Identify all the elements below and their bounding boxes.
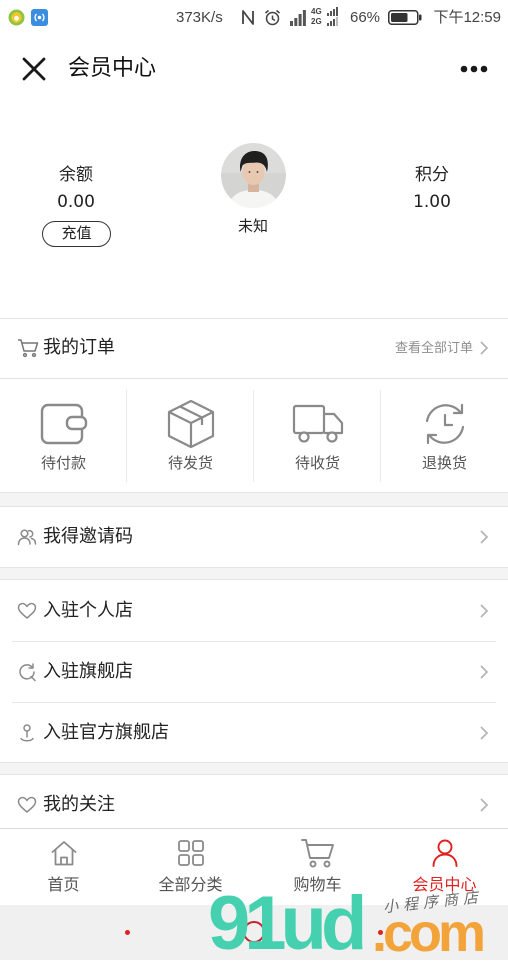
menu-item-label: 我得邀请码 (43, 526, 133, 547)
wallet-icon (37, 399, 90, 449)
menu-item-my-follows[interactable]: 我的关注 (0, 775, 508, 835)
username: 未知 (237, 217, 268, 235)
battery-icon (388, 10, 422, 25)
order-status-label: 待付款 (40, 454, 86, 472)
network-type-2: 2G (311, 17, 322, 26)
tab-home[interactable]: 首页 (0, 829, 127, 906)
more-icon[interactable] (460, 65, 488, 73)
app-notification-icon (8, 9, 25, 26)
official-store-icon (17, 723, 37, 743)
heart-icon (17, 601, 37, 621)
tab-label: 购物车 (293, 875, 342, 894)
tab-label: 首页 (47, 875, 80, 894)
return-exchange-icon (418, 399, 471, 449)
battery-percent: 66% (350, 9, 381, 26)
menu-item-official-flagship-store[interactable]: 入驻官方旗舰店 (0, 703, 508, 762)
network-type-1: 4G (311, 7, 322, 16)
chevron-right-icon (480, 725, 488, 740)
heart-icon (17, 795, 37, 815)
order-status-return-exchange[interactable]: 退换货 (381, 379, 508, 492)
tab-label: 会员中心 (412, 875, 477, 894)
home-icon (45, 835, 82, 871)
flagship-store-icon (17, 662, 37, 682)
tab-cart[interactable]: 购物车 (254, 829, 381, 906)
chevron-right-icon (480, 798, 488, 812)
cart-icon (17, 338, 39, 358)
network-speed: 373K/s (176, 9, 223, 26)
order-status-label: 退换货 (421, 454, 467, 472)
signal-icon (290, 9, 306, 26)
section-gap (0, 567, 508, 580)
mini-signal-icon (327, 7, 345, 27)
menu-item-personal-store[interactable]: 入驻个人店 (0, 580, 508, 641)
recharge-button[interactable]: 充值 (42, 221, 111, 247)
category-grid-icon (172, 835, 209, 871)
package-icon (164, 399, 217, 449)
close-icon[interactable] (22, 57, 46, 81)
order-status-pending-receipt[interactable]: 待收货 (254, 379, 381, 492)
menu-item-label: 我的关注 (43, 794, 115, 815)
alarm-icon (264, 9, 281, 26)
my-orders-title: 我的订单 (43, 337, 115, 358)
chevron-right-icon (480, 341, 488, 355)
clock-time: 下午12:59 (433, 9, 501, 26)
avatar[interactable] (221, 143, 286, 208)
order-status-pending-payment[interactable]: 待付款 (0, 379, 127, 492)
balance-label: 余额 (59, 165, 93, 185)
menu-item-label: 入驻官方旗舰店 (43, 721, 169, 743)
points-value: 1.00 (413, 192, 451, 212)
tab-member-center[interactable]: 会员中心 (381, 829, 508, 906)
tab-label: 全部分类 (158, 875, 223, 894)
chevron-right-icon (480, 665, 488, 679)
view-all-orders-link[interactable]: 查看全部订单 (395, 340, 473, 357)
status-bar: 373K/s 4G 2G 66% 下午12:59 (0, 0, 508, 35)
nav-recents-button[interactable] (378, 930, 383, 935)
user-icon (426, 835, 463, 871)
page-title: 会员中心 (68, 56, 157, 81)
title-bar: 会员中心 (0, 35, 508, 105)
invite-people-icon (17, 527, 37, 547)
section-gap (0, 492, 508, 507)
my-orders-row[interactable]: 我的订单 查看全部订单 (0, 319, 508, 378)
order-status-grid: 待付款 待发货 待收货 退换货 (0, 379, 508, 492)
profile-section: 余额 0.00 充值 未知 积分 1.00 (0, 105, 508, 318)
nav-home-button[interactable] (243, 921, 265, 943)
menu-item-label: 入驻个人店 (43, 599, 133, 621)
order-status-pending-shipment[interactable]: 待发货 (127, 379, 254, 492)
tab-all-categories[interactable]: 全部分类 (127, 829, 254, 906)
hotspot-icon (31, 9, 48, 26)
order-status-label: 待发货 (167, 454, 213, 472)
section-gap (0, 762, 508, 775)
points-label: 积分 (415, 165, 449, 185)
menu-item-invite-code[interactable]: 我得邀请码 (0, 507, 508, 567)
truck-icon (291, 399, 344, 449)
nfc-icon (241, 9, 255, 26)
cart-icon (299, 835, 336, 871)
order-status-label: 待收货 (294, 454, 340, 472)
chevron-right-icon (480, 603, 488, 618)
menu-item-label: 入驻旗舰店 (43, 661, 133, 682)
balance-value: 0.00 (57, 192, 95, 212)
chevron-right-icon (480, 530, 488, 544)
system-navigation-bar (0, 905, 508, 960)
bottom-tab-bar: 首页 全部分类 购物车 会员中心 (0, 828, 508, 905)
menu-item-flagship-store[interactable]: 入驻旗舰店 (0, 642, 508, 702)
nav-back-button[interactable] (125, 930, 130, 935)
network-type-indicator: 4G 2G (311, 7, 347, 27)
